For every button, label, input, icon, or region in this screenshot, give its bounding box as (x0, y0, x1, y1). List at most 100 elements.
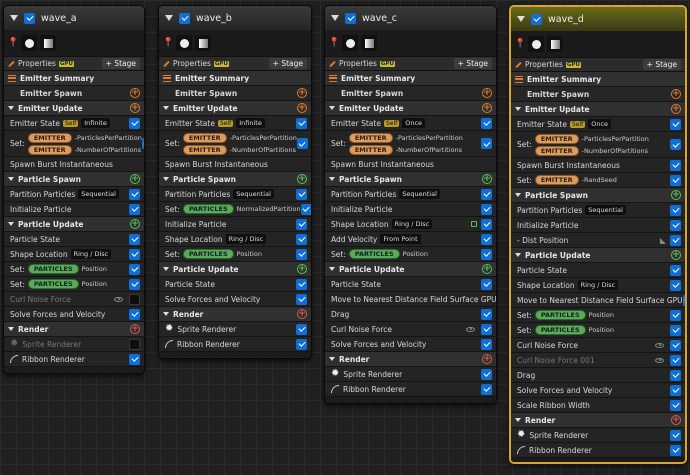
module-row-set-position[interactable]: Set: PARTICLES Position (4, 262, 144, 277)
collapse-icon[interactable] (329, 177, 335, 181)
collapse-triangle-icon[interactable] (165, 15, 173, 21)
module-row-add-velocity[interactable]: Add Velocity From Point (325, 232, 496, 247)
module-row-solve-forces[interactable]: Solve Forces and Velocity (511, 383, 685, 398)
module-enable-checkbox[interactable] (670, 219, 681, 231)
sphere-preview-icon[interactable] (21, 35, 37, 51)
module-enable-checkbox[interactable] (296, 278, 307, 290)
emitter-node-wave-d[interactable]: wave_d 📍 Properties GPU + Stage Emitter S… (509, 5, 687, 464)
module-row-partition-particles[interactable]: Partition Particles Sequential (325, 187, 496, 202)
collapse-icon[interactable] (515, 193, 521, 197)
collapse-triangle-icon[interactable] (331, 15, 339, 21)
eye-icon[interactable] (655, 357, 664, 363)
emitter-update-header[interactable]: Emitter Update + (159, 101, 311, 116)
add-module-icon[interactable]: + (130, 219, 140, 229)
particle-spawn-header[interactable]: Particle Spawn + (511, 188, 685, 203)
module-enable-checkbox[interactable] (481, 248, 492, 260)
add-module-icon[interactable]: + (482, 88, 492, 98)
module-enable-checkbox[interactable] (481, 323, 492, 335)
module-row-partition-particles[interactable]: Partition Particles Sequential (511, 203, 685, 218)
collapse-icon[interactable] (8, 106, 14, 110)
collapse-icon[interactable] (8, 177, 14, 181)
module-row-particle-state[interactable]: Particle State (511, 263, 685, 278)
module-enable-checkbox[interactable] (481, 188, 492, 200)
render-header[interactable]: Render + (511, 413, 685, 428)
module-row-emitter-state[interactable]: Emitter State Self Infinite (159, 116, 311, 131)
module-row-set-emitter[interactable]: Set: EMITTER -ParticlesPerPartition EMITTER… (4, 131, 144, 157)
module-enable-checkbox[interactable] (670, 118, 681, 130)
emitter-spawn-header[interactable]: Emitter Spawn + (511, 87, 685, 102)
module-enable-checkbox[interactable] (296, 138, 308, 149)
emitter-update-header[interactable]: Emitter Update + (325, 101, 496, 116)
add-module-icon[interactable]: + (130, 88, 140, 98)
module-enable-checkbox[interactable] (670, 354, 681, 366)
module-enable-checkbox[interactable] (300, 203, 311, 215)
render-header[interactable]: Render + (159, 307, 311, 322)
module-row-scale-ribbon[interactable]: Scale Ribbon Width (511, 398, 685, 413)
particle-spawn-header[interactable]: Particle Spawn + (325, 172, 496, 187)
module-row-curl-noise-001[interactable]: Curl Noise Force 001 (511, 353, 685, 368)
gradient-preview-icon[interactable] (361, 35, 377, 51)
add-module-icon[interactable]: + (297, 88, 307, 98)
renderer-row-sprite[interactable]: ✹ Sprite Renderer (511, 428, 685, 443)
add-module-icon[interactable]: + (671, 89, 681, 99)
add-module-icon[interactable]: + (671, 190, 681, 200)
pin-icon[interactable]: 📍 (8, 36, 19, 50)
eye-icon[interactable] (655, 342, 664, 348)
emitter-node-wave-c[interactable]: wave_c 📍 Properties GPU + Stage Emitter S… (324, 5, 497, 404)
emitter-summary-header[interactable]: Emitter Summary (325, 71, 496, 86)
module-row-spawn-burst[interactable]: Spawn Burst Instantaneous (511, 158, 685, 173)
module-enable-checkbox[interactable] (296, 218, 307, 230)
gradient-preview-icon[interactable] (40, 35, 56, 51)
module-row-set-emitter[interactable]: Set: EMITTER -ParticlesPerPartition EMITTER… (325, 131, 496, 157)
module-row-set-position[interactable]: Set: PARTICLES Position (511, 323, 685, 338)
eye-icon[interactable] (114, 296, 123, 302)
enable-checkbox[interactable] (345, 12, 356, 24)
properties-label[interactable]: Properties (18, 59, 56, 68)
module-row-shape-location[interactable]: Shape Location Ring / Disc (4, 247, 144, 262)
module-enable-checkbox[interactable] (670, 204, 681, 216)
add-module-icon[interactable]: + (671, 104, 681, 114)
module-enable-checkbox[interactable] (670, 384, 681, 396)
sphere-preview-icon[interactable] (528, 36, 544, 52)
enable-checkbox[interactable] (531, 13, 542, 25)
module-enable-checkbox[interactable] (296, 248, 307, 260)
module-row-initialize-particle[interactable]: Initialize Particle (159, 217, 311, 232)
emitter-spawn-header[interactable]: Emitter Spawn + (4, 86, 144, 101)
emitter-node-wave-b[interactable]: wave_b 📍 Properties GPU + Stage Emitter S… (158, 5, 312, 359)
module-enable-checkbox[interactable] (670, 324, 681, 336)
enable-checkbox[interactable] (24, 12, 35, 24)
particle-update-header[interactable]: Particle Update + (511, 248, 685, 263)
module-enable-checkbox[interactable] (129, 203, 140, 215)
collapse-icon[interactable] (163, 312, 169, 316)
module-row-set-position[interactable]: Set: PARTICLES Position (159, 247, 311, 262)
collapse-icon[interactable] (329, 357, 335, 361)
sphere-preview-icon[interactable] (342, 35, 358, 51)
module-row-shape-location[interactable]: Shape Location Ring / Disc (159, 232, 311, 247)
module-row-initialize-particle[interactable]: Initialize Particle (4, 202, 144, 217)
renderer-row-ribbon[interactable]: Ribbon Renderer (4, 352, 144, 367)
add-module-icon[interactable]: + (297, 103, 307, 113)
renderer-enable-checkbox[interactable] (129, 353, 140, 365)
module-enable-checkbox[interactable] (670, 139, 681, 150)
module-row-set-position[interactable]: Set: PARTICLES Position (511, 308, 685, 323)
particle-spawn-header[interactable]: Particle Spawn + (159, 172, 311, 187)
renderer-row-ribbon[interactable]: Ribbon Renderer (159, 337, 311, 352)
collapse-icon[interactable] (329, 106, 335, 110)
module-enable-checkbox[interactable] (481, 138, 492, 149)
add-module-icon[interactable]: + (130, 103, 140, 113)
add-module-icon[interactable]: + (482, 264, 492, 274)
module-enable-checkbox[interactable] (481, 308, 492, 320)
module-row-dist-position[interactable]: - Dist Position ◣ (511, 233, 685, 248)
module-enable-checkbox[interactable] (481, 278, 492, 290)
module-enable-checkbox[interactable] (129, 263, 140, 275)
module-enable-checkbox[interactable] (129, 248, 140, 260)
collapse-icon[interactable] (515, 418, 521, 422)
module-enable-checkbox[interactable] (670, 279, 681, 291)
module-enable-checkbox[interactable] (129, 188, 140, 200)
add-module-icon[interactable]: + (482, 174, 492, 184)
module-row-partition-particles[interactable]: Partition Particles Sequential (159, 187, 311, 202)
module-row-particle-state[interactable]: Particle State (4, 232, 144, 247)
module-enable-checkbox[interactable] (129, 278, 140, 290)
module-enable-checkbox[interactable] (296, 188, 307, 200)
node-header[interactable]: wave_c (325, 6, 496, 30)
